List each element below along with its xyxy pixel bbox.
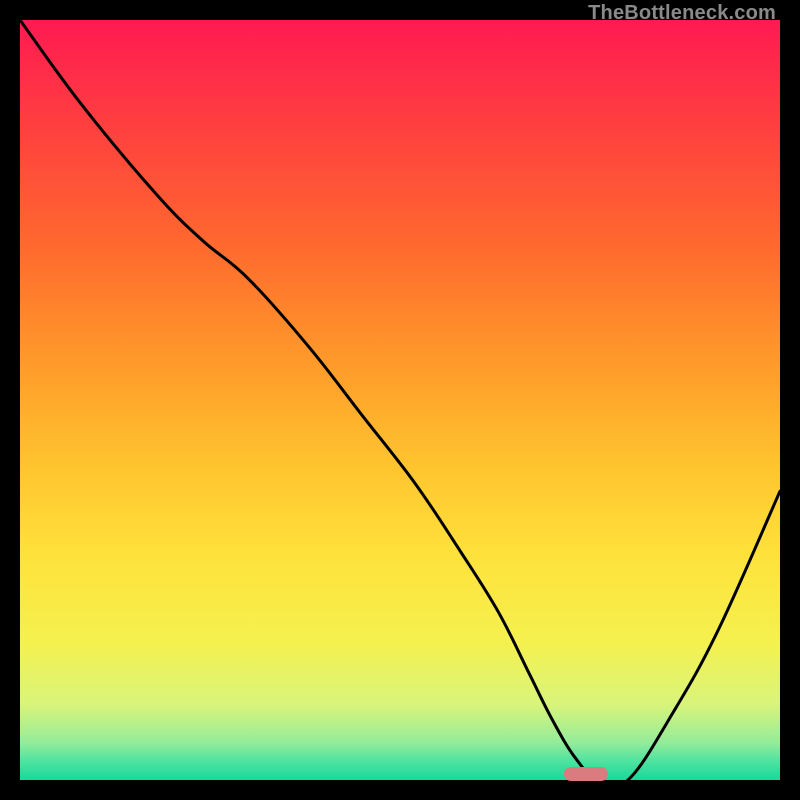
minimum-marker (564, 767, 608, 781)
chart-stage: TheBottleneck.com (0, 0, 800, 800)
plot-area (20, 20, 780, 780)
bottleneck-curve-path (20, 20, 780, 787)
curve-layer (20, 20, 780, 780)
